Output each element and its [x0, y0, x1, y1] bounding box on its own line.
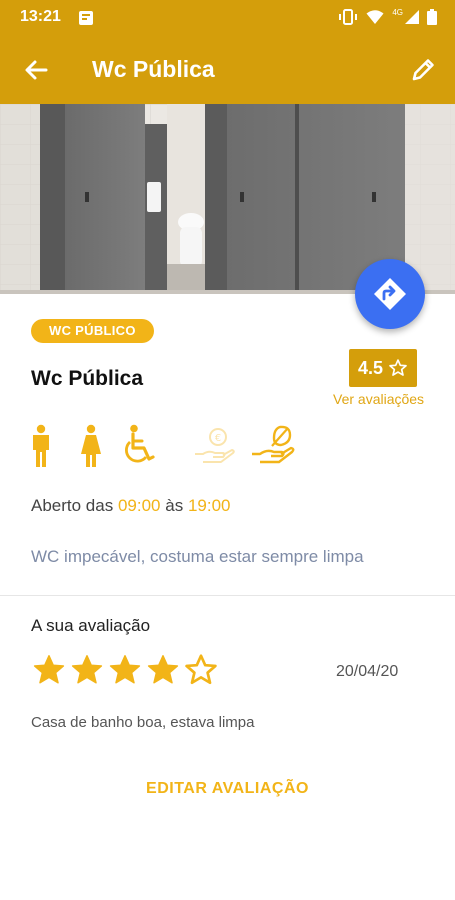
- page-title: Wc Pública: [92, 56, 215, 82]
- rating-value: 4.5: [357, 357, 384, 378]
- rating-badge: 4.5: [349, 349, 417, 387]
- wifi-icon: [366, 10, 384, 24]
- vibrate-icon: [339, 9, 358, 25]
- status-icons: 4G: [338, 7, 437, 25]
- place-type-badge: WC PÚBLICO: [31, 319, 154, 343]
- star-filled-icon[interactable]: [145, 652, 181, 688]
- battery-icon: [427, 9, 437, 25]
- directions-icon: [374, 278, 406, 310]
- pencil-icon[interactable]: [407, 54, 439, 86]
- signal-icon: [405, 10, 419, 24]
- my-review-stars: [31, 652, 219, 688]
- star-filled-icon[interactable]: [31, 652, 67, 688]
- directions-button[interactable]: [355, 259, 425, 329]
- hand-wash-icon: [252, 425, 295, 464]
- female-icon: [81, 424, 101, 467]
- edit-review-button[interactable]: EDITAR AVALIAÇÃO: [0, 780, 455, 798]
- male-icon: [33, 424, 49, 467]
- opening-hours: Aberto das 09:00 às 19:00: [31, 496, 231, 516]
- place-name: Wc Pública: [31, 367, 144, 390]
- my-review-heading: A sua avaliação: [31, 616, 151, 635]
- my-review-date: 20/04/20: [336, 663, 399, 680]
- paid-icon: €: [195, 428, 235, 463]
- app-bar: Wc Pública: [0, 36, 455, 104]
- star-filled-icon[interactable]: [69, 652, 105, 688]
- notification-icon: [79, 11, 93, 25]
- status-bar: 13:21 4G: [0, 0, 455, 36]
- back-arrow-icon[interactable]: [20, 54, 52, 86]
- network-label: 4G: [392, 7, 403, 17]
- see-reviews-link[interactable]: Ver avaliações: [333, 391, 424, 407]
- hours-middle: às: [165, 496, 184, 515]
- divider: [0, 595, 455, 596]
- status-time: 13:21: [20, 8, 61, 25]
- hours-close: 19:00: [187, 496, 231, 515]
- star-filled-icon[interactable]: [107, 652, 143, 688]
- star-outline-icon[interactable]: [183, 652, 219, 688]
- place-description: WC impecável, costuma estar sempre limpa: [31, 547, 364, 566]
- hours-prefix: Aberto das: [31, 496, 114, 515]
- star-outline-icon: [389, 359, 407, 376]
- hours-open: 09:00: [117, 496, 161, 515]
- svg-text:€: €: [215, 433, 221, 444]
- wheelchair-icon: [125, 424, 155, 463]
- my-review-text: Casa de banho boa, estava limpa: [31, 714, 255, 731]
